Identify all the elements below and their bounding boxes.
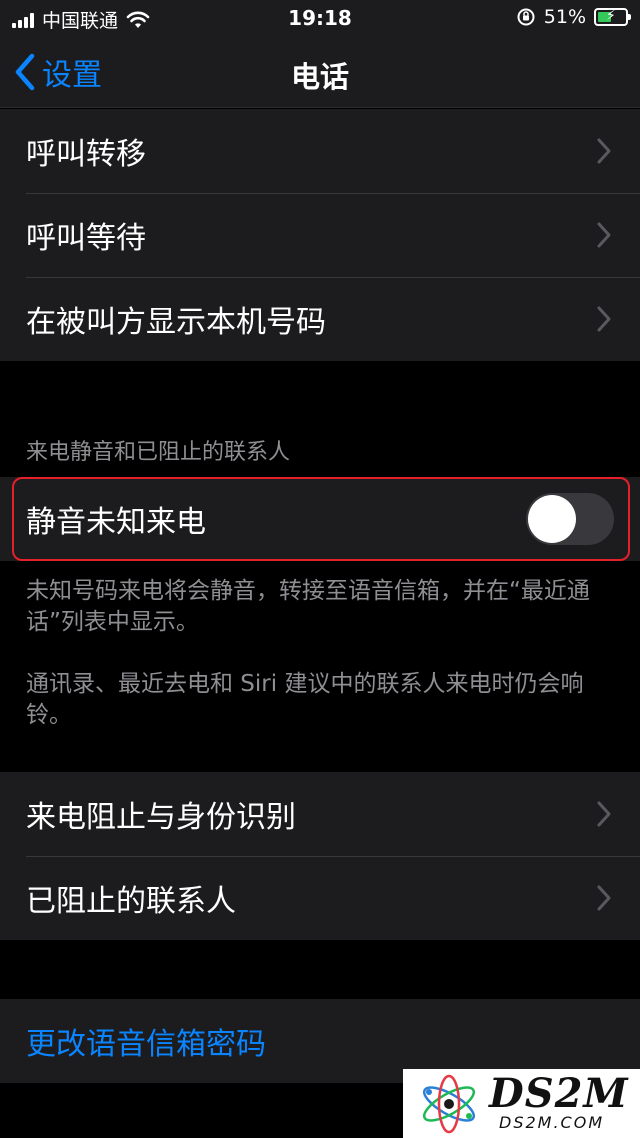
chevron-right-icon: [597, 138, 611, 164]
status-right: 51% ⚡: [516, 6, 631, 28]
silence-group: 静音未知来电: [0, 477, 640, 561]
row-call-blocking-identification[interactable]: 来电阻止与身份识别: [0, 772, 640, 856]
silence-footer-2: 通讯录、最近去电和 Siri 建议中的联系人来电时仍会响铃。: [26, 671, 584, 728]
phone-settings-screen: 中国联通 19:18 51% ⚡ 设置 电话 呼叫转移 呼叫等待 在被叫方显示本…: [0, 0, 640, 1138]
watermark-text: DS2M DS2M.COM: [489, 1070, 629, 1133]
chevron-right-icon: [597, 801, 611, 827]
row-call-forwarding[interactable]: 呼叫转移: [0, 109, 640, 193]
row-label: 呼叫转移: [26, 137, 146, 172]
row-call-waiting[interactable]: 呼叫等待: [0, 193, 640, 277]
atom-logo-icon: [422, 1074, 476, 1133]
chevron-right-icon: [597, 885, 611, 911]
status-bar: 中国联通 19:18 51% ⚡: [0, 0, 640, 40]
row-label: 来电阻止与身份识别: [26, 800, 296, 835]
silence-footer-1: 未知号码来电将会静音，转接至语音信箱，并在“最近通话”列表中显示。: [26, 578, 590, 635]
chevron-right-icon: [597, 222, 611, 248]
toggle-knob: [528, 495, 576, 543]
row-silence-unknown-callers: 静音未知来电: [0, 477, 640, 561]
row-label: 更改语音信箱密码: [26, 1027, 266, 1062]
orientation-lock-icon: [517, 8, 535, 26]
blocking-group: 来电阻止与身份识别 已阻止的联系人: [0, 772, 640, 940]
row-label: 呼叫等待: [26, 221, 146, 256]
row-label: 静音未知来电: [26, 505, 206, 540]
row-label: 在被叫方显示本机号码: [26, 305, 326, 340]
watermark-main: DS2M: [489, 1070, 629, 1117]
section-header-silence: 来电静音和已阻止的联系人: [26, 440, 291, 465]
watermark: DS2M DS2M.COM: [403, 1069, 640, 1138]
row-show-caller-id[interactable]: 在被叫方显示本机号码: [0, 277, 640, 361]
battery-percent: 51%: [543, 6, 586, 28]
battery-charging-icon: ⚡: [594, 8, 631, 26]
row-blocked-contacts[interactable]: 已阻止的联系人: [0, 856, 640, 940]
chevron-right-icon: [597, 306, 611, 332]
call-settings-group: 呼叫转移 呼叫等待 在被叫方显示本机号码: [0, 109, 640, 361]
silence-unknown-callers-toggle[interactable]: [526, 493, 614, 545]
page-title: 电话: [290, 60, 349, 94]
row-label: 已阻止的联系人: [26, 884, 236, 919]
navigation-bar: 设置 电话: [0, 40, 640, 108]
